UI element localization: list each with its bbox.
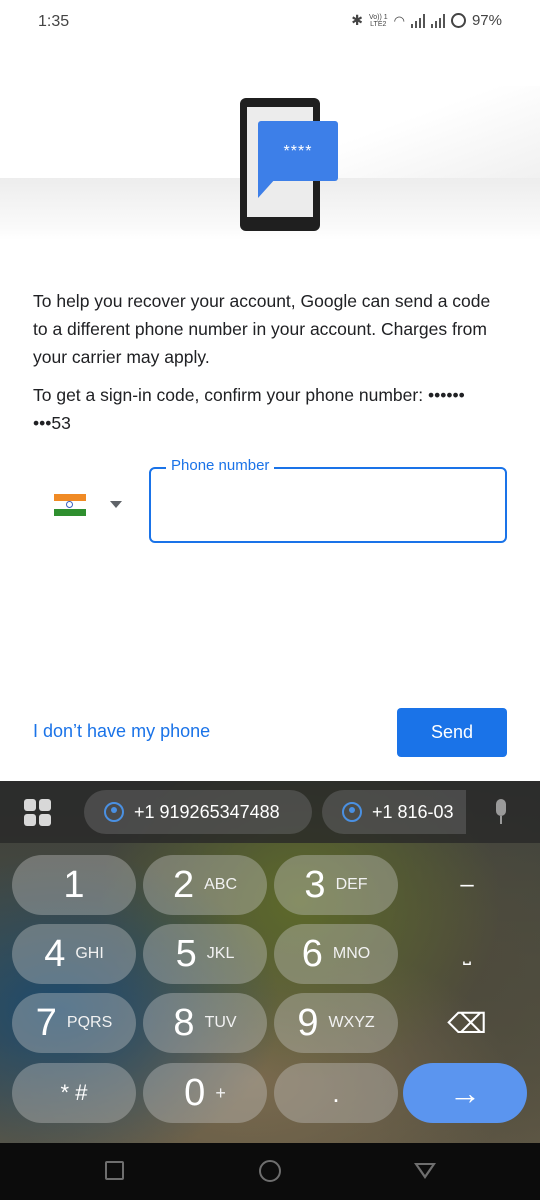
key-9[interactable]: 9 WXYZ [274, 993, 398, 1053]
key-digit: 9 [297, 1001, 319, 1044]
key-8[interactable]: 8 TUV [143, 993, 267, 1053]
key-digit: . [332, 1077, 340, 1108]
key-digit: * # [60, 1080, 88, 1105]
wifi-icon: ◠ [393, 12, 405, 28]
key-letters: ABC [204, 876, 238, 893]
back-icon[interactable] [414, 1163, 436, 1179]
confirm-phone-text: To get a sign-in code, confirm your phon… [33, 385, 465, 433]
phone-number-label: Phone number [166, 457, 275, 474]
key-7[interactable]: 7 PQRS [12, 993, 136, 1053]
arrow-right-icon: → [449, 1074, 481, 1111]
key-letters: PQRS [66, 1014, 113, 1031]
hero-background-glow [330, 86, 540, 182]
space-icon: ⎵ [463, 942, 471, 965]
key-letters: DEF [335, 876, 368, 893]
key-digit: 1 [63, 863, 85, 906]
volte-label-bottom: LTE2 [370, 20, 387, 28]
numeric-keyboard: +1 919265347488 +1 816-03 1 2 ABC 3 DEF … [0, 781, 540, 1143]
key-star-hash[interactable]: * # [12, 1063, 136, 1123]
backspace-icon: ⌫ [447, 1007, 487, 1039]
sms-bubble-tail [258, 178, 276, 198]
dropdown-arrow-icon [110, 501, 122, 508]
battery-percent: 97% [471, 12, 502, 29]
key-0[interactable]: 0 + [143, 1063, 267, 1123]
microphone-icon[interactable] [492, 799, 510, 825]
key-digit: 2 [172, 863, 195, 906]
country-code-picker[interactable] [54, 494, 134, 518]
bluetooth-icon: ✱ [351, 12, 363, 28]
no-phone-link[interactable]: I don’t have my phone [33, 721, 210, 742]
status-time: 1:35 [38, 13, 70, 30]
key-space[interactable]: ⎵ [405, 924, 529, 984]
status-icons: ✱ Vo)) 1 LTE2 ◠ 97% [351, 12, 502, 29]
key-6[interactable]: 6 MNO [274, 924, 398, 984]
phone-number-field[interactable] [149, 467, 507, 543]
key-enter[interactable]: → [403, 1063, 527, 1123]
apps-grid-icon[interactable] [24, 799, 52, 827]
key-digit: 5 [175, 932, 197, 975]
key-5[interactable]: 5 JKL [143, 924, 267, 984]
key-digit: 8 [173, 1001, 195, 1044]
key-4[interactable]: 4 GHI [12, 924, 136, 984]
key-period[interactable]: . [274, 1063, 398, 1123]
key-digit: 0 [184, 1071, 206, 1114]
key-backspace[interactable]: ⌫ [405, 993, 529, 1053]
contact-icon [342, 802, 362, 822]
system-nav-bar [0, 1143, 540, 1200]
minus-icon: – [460, 871, 474, 898]
contact-icon [104, 802, 124, 822]
volte-indicator: Vo)) 1 LTE2 [369, 14, 388, 28]
signal-icon-2 [430, 13, 445, 28]
key-letters: + [215, 1082, 226, 1103]
home-icon[interactable] [259, 1160, 281, 1182]
key-digit: 4 [44, 932, 66, 975]
phone-number-input[interactable] [161, 485, 491, 525]
send-button[interactable]: Send [397, 708, 507, 757]
key-letters: GHI [75, 945, 104, 962]
key-2[interactable]: 2 ABC [143, 855, 267, 915]
key-digit: 7 [35, 1001, 57, 1044]
key-letters: TUV [204, 1014, 237, 1031]
key-letters: JKL [206, 945, 235, 962]
key-3[interactable]: 3 DEF [274, 855, 398, 915]
key-digit: 6 [301, 932, 323, 975]
key-1[interactable]: 1 [12, 855, 136, 915]
masked-code: **** [283, 143, 313, 160]
suggestion-chip-1[interactable]: +1 919265347488 [84, 790, 312, 834]
recents-icon[interactable] [105, 1161, 124, 1180]
recovery-description: To help you recover your account, Google… [33, 291, 491, 367]
suggestion-text-1: +1 919265347488 [134, 802, 280, 822]
volte-label-top: Vo)) 1 [368, 13, 388, 21]
battery-icon [450, 13, 466, 28]
key-digit: 3 [304, 863, 326, 906]
key-letters: WXYZ [328, 1014, 375, 1031]
suggestion-text-2: +1 816-03 [372, 802, 454, 822]
key-minus[interactable]: – [405, 855, 529, 915]
suggestion-chip-2[interactable]: +1 816-03 [322, 790, 466, 834]
sms-bubble-icon: **** [258, 121, 338, 181]
status-bar: 1:35 ✱ Vo)) 1 LTE2 ◠ 97% [0, 0, 540, 44]
signal-icon-1 [410, 13, 425, 28]
india-flag-icon [54, 494, 86, 516]
key-letters: MNO [332, 945, 371, 962]
keyboard-toolbar: +1 919265347488 +1 816-03 [0, 781, 540, 843]
